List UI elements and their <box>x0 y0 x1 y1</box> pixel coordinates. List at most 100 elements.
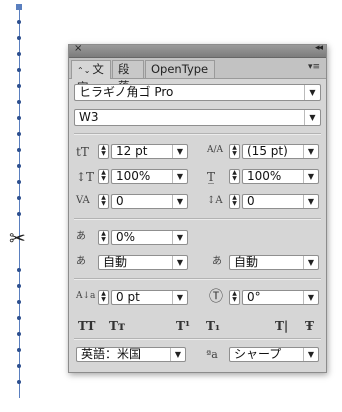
guide-dot <box>17 52 21 56</box>
horizontal-scale-value: 100% <box>247 169 282 183</box>
chevron-down-icon[interactable]: ▼ <box>303 145 318 158</box>
rotation-value: 0° <box>247 290 261 304</box>
panel-menu-icon[interactable]: ▾≡ <box>308 62 320 72</box>
antialias-select[interactable]: シャープ ▼ <box>229 347 319 362</box>
vertical-scale-value: 100% <box>116 169 151 183</box>
language-value: 英語：米国 <box>81 347 142 361</box>
horizontal-scale-icon: T̲ <box>207 170 216 184</box>
guide-dot <box>17 348 21 352</box>
guide-dot <box>17 196 21 200</box>
aki-before-select[interactable]: 自動 ▼ <box>98 255 188 270</box>
tsume-icon: あ <box>76 231 86 242</box>
kerning-stepper[interactable]: ▲ ▼ <box>98 194 109 209</box>
all-caps-button[interactable]: TT <box>78 319 95 333</box>
font-size-field[interactable]: 12 pt ▼ <box>111 144 188 159</box>
leading-stepper[interactable]: ▲ ▼ <box>229 144 240 159</box>
chevron-down-icon[interactable]: ▼ <box>304 110 320 125</box>
tsume-stepper[interactable]: ▲ ▼ <box>98 230 109 245</box>
font-size-stepper[interactable]: ▲ ▼ <box>98 144 109 159</box>
tracking-field[interactable]: 0 ▼ <box>242 194 319 209</box>
antialias-value: シャープ <box>234 347 282 361</box>
antialias-icon: ªa <box>206 348 218 361</box>
tsume-field[interactable]: 0% ▼ <box>111 230 188 245</box>
tab-bar: ⌃⌄文字 段落 OpenType ▾≡ <box>69 58 326 94</box>
aki-before-value: 自動 <box>103 255 128 269</box>
guide-dot <box>17 20 21 24</box>
small-caps-button[interactable]: Tт <box>109 319 125 333</box>
cut-guide-line <box>19 8 20 398</box>
tsume-value: 0% <box>116 230 136 244</box>
tab-label: OpenType <box>151 62 209 76</box>
horizontal-scale-field[interactable]: 100% ▼ <box>242 169 319 184</box>
rotation-icon: Ⓣ <box>209 289 223 305</box>
chevron-down-icon[interactable]: ▼ <box>304 85 320 100</box>
language-select[interactable]: 英語：米国 ▼ <box>76 347 186 362</box>
chevron-down-icon[interactable]: ▼ <box>172 145 187 158</box>
character-panel: × ◂◂ ⌃⌄文字 段落 OpenType ▾≡ ヒラギノ角ゴ Pro ▼ W3… <box>68 43 327 373</box>
font-size-value: 12 pt <box>116 144 148 158</box>
divider <box>74 218 321 220</box>
guide-dot <box>17 116 21 120</box>
kerning-value: 0 <box>116 194 124 208</box>
chevron-down-icon[interactable]: ▼ <box>170 348 185 361</box>
guide-dot <box>17 100 21 104</box>
guide-dot <box>17 68 21 72</box>
guide-dot <box>17 212 21 216</box>
font-family-value: ヒラギノ角ゴ Pro <box>79 85 174 99</box>
chevron-down-icon[interactable]: ▼ <box>172 256 187 269</box>
chevron-down-icon[interactable]: ▼ <box>303 291 318 304</box>
baseline-shift-field[interactable]: 0 pt ▼ <box>111 290 188 305</box>
baseline-shift-icon: A↓a <box>76 291 96 301</box>
underline-button[interactable]: T| <box>275 319 288 333</box>
guide-dot <box>17 284 21 288</box>
chevron-down-icon[interactable]: ▼ <box>172 170 187 183</box>
leading-field[interactable]: (15 pt) ▼ <box>242 144 319 159</box>
collapse-icon[interactable]: ◂◂ <box>315 43 323 53</box>
guide-dot <box>17 268 21 272</box>
chevron-down-icon[interactable]: ▼ <box>303 195 318 208</box>
tab-opentype[interactable]: OpenType <box>145 60 215 78</box>
sort-icon: ⌃⌄ <box>77 66 91 75</box>
tracking-icon: ↕A <box>207 195 223 206</box>
guide-dot <box>17 316 21 320</box>
aki-after-select[interactable]: 自動 ▼ <box>229 255 319 270</box>
aki-after-icon: あ <box>212 256 222 267</box>
superscript-button[interactable]: T¹ <box>176 319 190 333</box>
font-family-select[interactable]: ヒラギノ角ゴ Pro ▼ <box>74 84 321 101</box>
chevron-down-icon[interactable]: ▼ <box>303 256 318 269</box>
tab-paragraph[interactable]: 段落 <box>112 60 144 93</box>
tab-character[interactable]: ⌃⌄文字 <box>71 60 111 94</box>
kerning-field[interactable]: 0 ▼ <box>111 194 188 209</box>
panel-titlebar[interactable]: × ◂◂ <box>69 43 326 58</box>
guide-dot <box>17 132 21 136</box>
horizontal-scale-stepper[interactable]: ▲ ▼ <box>229 169 240 184</box>
chevron-down-icon[interactable]: ▼ <box>172 291 187 304</box>
tracking-stepper[interactable]: ▲ ▼ <box>229 194 240 209</box>
chevron-down-icon[interactable]: ▼ <box>172 231 187 244</box>
chevron-down-icon[interactable]: ▼ <box>303 170 318 183</box>
aki-before-icon: あ <box>76 256 86 267</box>
close-icon[interactable]: × <box>74 43 82 54</box>
vertical-scale-stepper[interactable]: ▲ ▼ <box>98 169 109 184</box>
baseline-shift-value: 0 pt <box>116 290 140 304</box>
strikethrough-button[interactable]: Ŧ <box>305 319 314 333</box>
divider <box>74 338 321 340</box>
vertical-scale-field[interactable]: 100% ▼ <box>111 169 188 184</box>
rotation-stepper[interactable]: ▲ ▼ <box>229 290 240 305</box>
divider <box>74 133 321 135</box>
subscript-button[interactable]: T₁ <box>206 319 220 333</box>
guide-dot <box>17 180 21 184</box>
rotation-field[interactable]: 0° ▼ <box>242 290 319 305</box>
font-size-icon: tT <box>76 145 89 159</box>
guide-dot <box>17 36 21 40</box>
baseline-shift-stepper[interactable]: ▲ ▼ <box>98 290 109 305</box>
guide-dot <box>17 164 21 168</box>
aki-after-value: 自動 <box>234 255 259 269</box>
tracking-value: 0 <box>247 194 255 208</box>
chevron-down-icon[interactable]: ▼ <box>303 348 318 361</box>
chevron-down-icon[interactable]: ▼ <box>172 195 187 208</box>
font-style-select[interactable]: W3 ▼ <box>74 109 321 126</box>
vertical-scale-icon: ↕T <box>76 170 95 184</box>
font-style-value: W3 <box>79 110 99 124</box>
leading-icon: A/A <box>207 145 224 155</box>
